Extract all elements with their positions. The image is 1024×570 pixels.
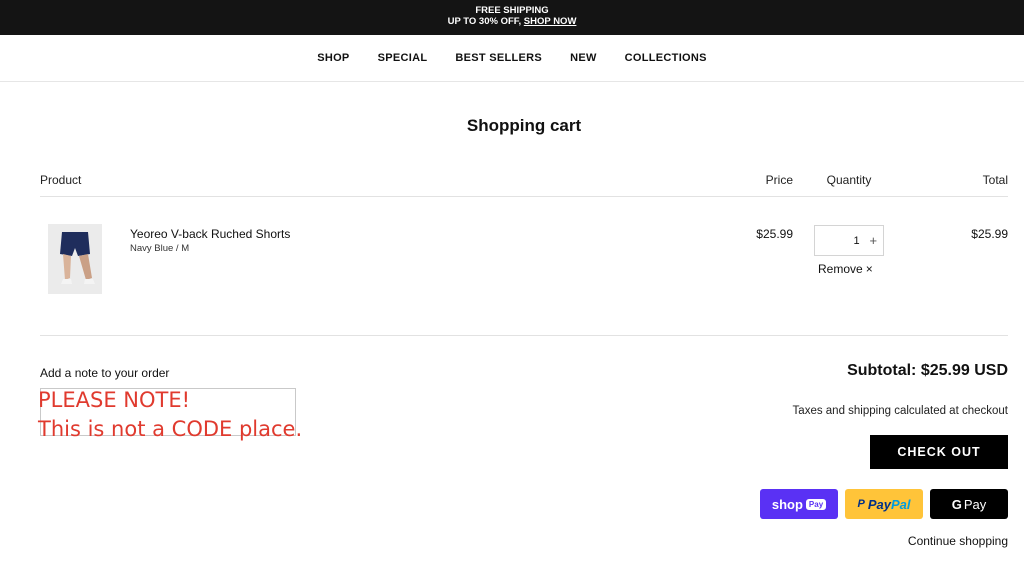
page-title: Shopping cart bbox=[466, 116, 582, 135]
product-variant: Navy Blue / M bbox=[130, 243, 190, 254]
product-image[interactable] bbox=[48, 224, 102, 294]
item-price: $25.99 bbox=[756, 227, 793, 241]
subtotal: Subtotal: $25.99 USD bbox=[847, 362, 1008, 379]
shop-pay-button[interactable]: shop Pay bbox=[760, 489, 838, 519]
remove-button[interactable]: Remove × bbox=[818, 262, 873, 276]
paypal-word-2: Pal bbox=[890, 496, 911, 512]
announcement-line-1: FREE SHIPPING bbox=[475, 5, 549, 16]
checkout-button[interactable]: CHECK OUT bbox=[870, 435, 1008, 469]
paypal-icon: P bbox=[857, 498, 865, 510]
cart-divider bbox=[40, 335, 1008, 336]
column-header-product: Product bbox=[40, 173, 82, 187]
announcement-text: UP TO 30% OFF, bbox=[447, 16, 524, 27]
header-divider bbox=[40, 196, 1008, 197]
google-icon: G bbox=[951, 496, 962, 512]
remove-label: Remove bbox=[818, 262, 863, 276]
order-note-label: Add a note to your order bbox=[40, 366, 170, 380]
product-photo-shorts bbox=[48, 224, 102, 294]
announcement-line-2: UP TO 30% OFF, SHOP NOW bbox=[0, 16, 1024, 27]
nav-new[interactable]: NEW bbox=[570, 52, 597, 64]
nav-special[interactable]: SPECIAL bbox=[378, 52, 428, 64]
google-pay-word: Pay bbox=[963, 496, 987, 512]
column-header-price: Price bbox=[765, 173, 793, 187]
nav-shop[interactable]: SHOP bbox=[317, 52, 349, 64]
continue-shopping-link[interactable]: Continue shopping bbox=[860, 534, 1008, 548]
paypal-button[interactable]: P Pay Pal bbox=[845, 489, 923, 519]
main-nav: SHOP SPECIAL BEST SELLERS NEW COLLECTION… bbox=[0, 35, 1024, 82]
nav-collections[interactable]: COLLECTIONS bbox=[625, 52, 707, 64]
product-name[interactable]: Yeoreo V-back Ruched Shorts bbox=[130, 227, 290, 241]
close-icon: × bbox=[865, 262, 873, 276]
shop-pay-badge: Pay bbox=[805, 498, 827, 510]
item-total: $25.99 bbox=[971, 227, 1008, 241]
paypal-word-1: Pay bbox=[867, 496, 891, 512]
shop-now-link[interactable]: SHOP NOW bbox=[524, 16, 577, 27]
taxes-note: Taxes and shipping calculated at checkou… bbox=[792, 405, 1008, 417]
nav-best-sellers[interactable]: BEST SELLERS bbox=[455, 52, 542, 64]
quantity-input[interactable]: 1 bbox=[815, 235, 864, 247]
column-header-quantity: Quantity bbox=[826, 173, 872, 187]
quantity-stepper: 1 + bbox=[814, 225, 884, 256]
announcement-bar: FREE SHIPPING UP TO 30% OFF, SHOP NOW bbox=[0, 0, 1024, 35]
column-header-total: Total bbox=[982, 173, 1008, 187]
google-pay-button[interactable]: G Pay bbox=[930, 489, 1008, 519]
shop-pay-word: shop bbox=[771, 496, 803, 512]
plus-icon[interactable]: + bbox=[864, 233, 883, 248]
warning-overlay-text: PLEASE NOTE! This is not a CODE place. bbox=[38, 388, 303, 441]
